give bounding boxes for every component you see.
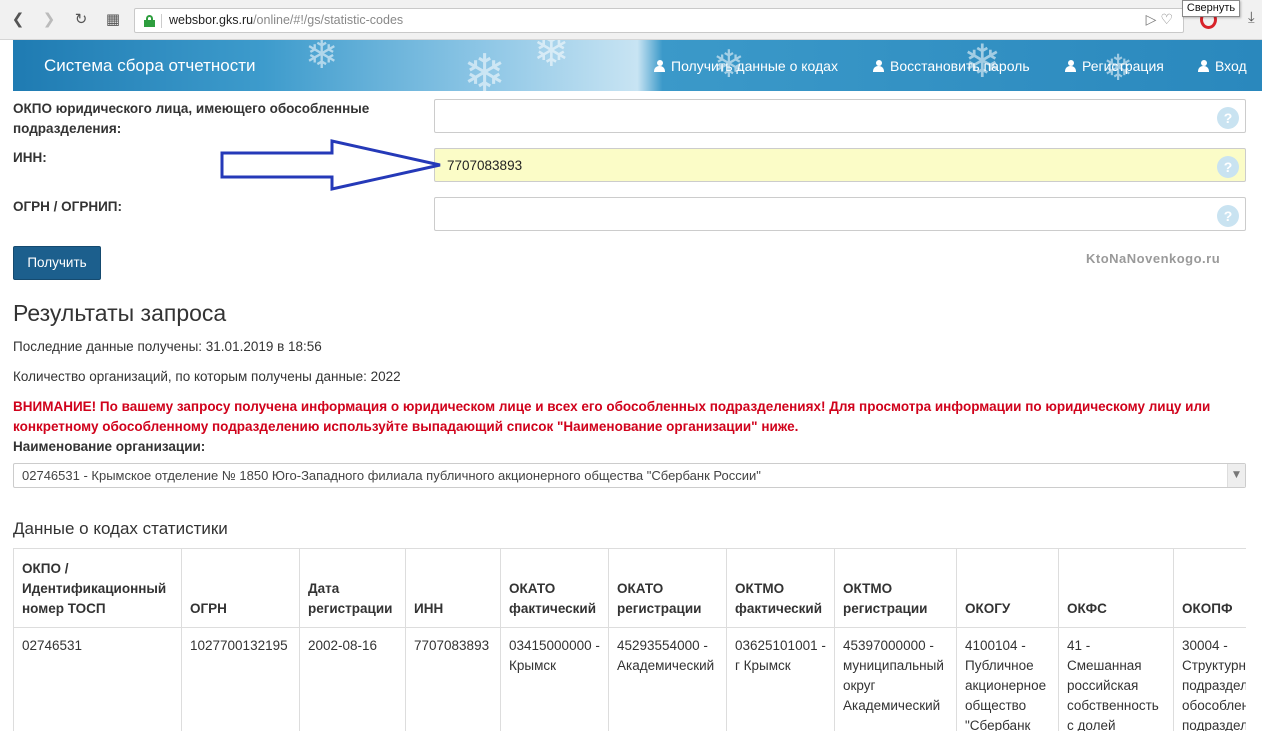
download-icon[interactable]: ⤓ (1248, 8, 1255, 26)
table-header-row: ОКПО / Идентификационный номер ТОСП ОГРН… (13, 548, 1246, 628)
table-cell: 45397000000 - муниципальный округ Академ… (834, 627, 957, 731)
bookmark-heart-icon[interactable]: ▷♡ (1146, 12, 1177, 28)
site-title[interactable]: Система сбора отчетности (44, 56, 256, 76)
stats-title: Данные о кодах статистики (13, 519, 228, 538)
nav-restore-password[interactable]: Восстановить пароль (873, 58, 1030, 74)
table-cell: 02746531 (13, 627, 182, 731)
okpo-label: ОКПО юридического лица, имеющего обособл… (13, 101, 370, 136)
table-cell: 7707083893 (405, 627, 501, 731)
annotation-arrow-icon (220, 139, 441, 191)
stats-table: ОКПО / Идентификационный номер ТОСП ОГРН… (13, 548, 1246, 731)
inn-input[interactable]: 7707083893? (434, 148, 1246, 182)
speed-dial-icon[interactable]: ▦ (103, 9, 123, 29)
ogrn-label: ОГРН / ОГРНИП: (13, 199, 122, 214)
last-data-text: Последние данные получены: 31.01.2019 в … (13, 339, 322, 354)
back-icon[interactable]: ❮ (8, 9, 28, 29)
browser-toolbar: ❮ ❯ ↻ ▦ websbor.gks.ru/online/#!/gs/stat… (0, 0, 1262, 40)
column-header: ОГРН (181, 548, 300, 628)
help-icon[interactable]: ? (1217, 156, 1239, 178)
table-cell: 1027700132195 (181, 627, 300, 731)
column-header: ОКФС (1058, 548, 1174, 628)
address-bar[interactable]: websbor.gks.ru/online/#!/gs/statistic-co… (134, 8, 1184, 33)
lock-icon (144, 15, 155, 27)
snowflake-icon: ❄ (533, 40, 570, 77)
tooltip: Свернуть (1182, 0, 1240, 17)
submit-button[interactable]: Получить (13, 246, 101, 280)
org-select[interactable]: 02746531 - Крымское отделение № 1850 Юго… (13, 463, 1246, 488)
table-cell: 4100104 - Публичное акционерное общество… (956, 627, 1059, 731)
nav-registration[interactable]: Регистрация (1065, 58, 1164, 74)
warning-text: ВНИМАНИЕ! По вашему запросу получена инф… (13, 399, 1211, 434)
user-icon (654, 60, 665, 72)
url-text: websbor.gks.ru/online/#!/gs/statistic-co… (169, 13, 404, 27)
nav-login[interactable]: Вход (1198, 58, 1247, 74)
column-header: ОКПО / Идентификационный номер ТОСП (13, 548, 182, 628)
reload-icon[interactable]: ↻ (71, 9, 91, 29)
table-row: 02746531 1027700132195 2002-08-16 770708… (13, 627, 1246, 731)
table-cell: 03625101001 - г Крымск (726, 627, 835, 731)
column-header: ОКТМО регистрации (834, 548, 957, 628)
okpo-input[interactable]: ? (434, 99, 1246, 133)
table-cell: 30004 - Структурное подразделение обособ… (1173, 627, 1246, 731)
nav-get-codes[interactable]: Получить данные о кодах (654, 58, 838, 74)
column-header: ОКТМО фактический (726, 548, 835, 628)
user-icon (873, 60, 884, 72)
column-header: ИНН (405, 548, 501, 628)
snowflake-icon: ❄ (305, 40, 339, 78)
column-header: Дата регистрации (299, 548, 406, 628)
table-cell: 45293554000 - Академический (608, 627, 727, 731)
chevron-down-icon[interactable]: ▼ (1227, 464, 1245, 487)
user-icon (1065, 60, 1076, 72)
snowflake-icon: ❄ (463, 44, 507, 91)
column-header: ОКАТО регистрации (608, 548, 727, 628)
column-header: ОКАТО фактический (500, 548, 609, 628)
column-header: ОКОПФ (1173, 548, 1246, 628)
site-header: ❄ ❄ ❄ ❄ ❄ ❄ Система сбора отчетности Пол… (13, 40, 1262, 91)
table-cell: 03415000000 - Крымск (500, 627, 609, 731)
column-header: ОКОГУ (956, 548, 1059, 628)
org-select-label: Наименование организации: (13, 439, 206, 454)
help-icon[interactable]: ? (1217, 107, 1239, 129)
ogrn-input[interactable]: ? (434, 197, 1246, 231)
forward-icon[interactable]: ❯ (39, 9, 59, 29)
results-title: Результаты запроса (13, 300, 227, 326)
org-count-text: Количество организаций, по которым получ… (13, 369, 401, 384)
inn-label: ИНН: (13, 150, 47, 165)
help-icon[interactable]: ? (1217, 205, 1239, 227)
table-cell: 2002-08-16 (299, 627, 406, 731)
table-cell: 41 - Смешанная российская собственность … (1058, 627, 1174, 731)
user-icon (1198, 60, 1209, 72)
watermark: KtoNaNovenkogo.ru (1086, 251, 1221, 266)
